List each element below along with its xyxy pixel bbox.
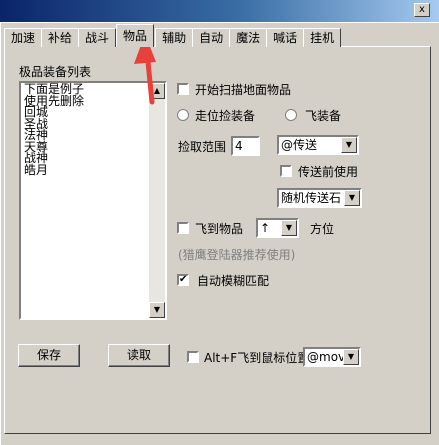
launcher-hint: (猎鹰登陆器推荐使用): [178, 248, 296, 262]
teleport-item-value: 随机传送石: [281, 191, 342, 205]
scroll-up-icon: ▲: [153, 86, 161, 95]
teleport-before-checkbox[interactable]: [280, 165, 292, 177]
chevron-down-icon[interactable]: ▼: [341, 137, 357, 153]
equipment-list-items: 下面是例子 使用先删除 回城 圣战 法神 天尊 战神 皓月: [24, 83, 84, 177]
move-select[interactable]: @move ▼: [303, 347, 361, 367]
close-icon: x: [419, 4, 425, 15]
scan-ground-checkbox[interactable]: [177, 83, 189, 95]
fly-to-item-label: 飞到物品: [195, 222, 244, 236]
tab-speed[interactable]: 加速: [4, 28, 43, 47]
tab-items[interactable]: 物品: [116, 24, 155, 47]
list-item[interactable]: 皓月: [24, 164, 84, 177]
tab-idle[interactable]: 挂机: [303, 28, 342, 47]
fly-to-item-checkbox[interactable]: [177, 222, 189, 234]
check-icon: ✔: [179, 274, 188, 285]
teleport-select[interactable]: @传送 ▼: [277, 135, 359, 155]
chevron-down-icon[interactable]: ▼: [281, 220, 297, 236]
teleport-before-label: 传送前使用: [298, 165, 359, 179]
fuzzy-match-label: 自动模糊匹配: [197, 274, 270, 288]
tab-supply[interactable]: 补给: [41, 28, 80, 47]
equipment-listbox[interactable]: 下面是例子 使用先删除 回城 圣战 法神 天尊 战神 皓月 ▲ ▼: [19, 81, 167, 320]
altf-label: Alt+F飞到鼠标位置: [204, 351, 310, 365]
chevron-down-icon[interactable]: ▼: [343, 349, 359, 365]
teleport-select-value: @传送: [281, 138, 318, 152]
read-button[interactable]: 读取: [108, 344, 170, 367]
teleport-item-select[interactable]: 随机传送石 ▼: [277, 188, 362, 208]
scroll-down-icon: ▼: [153, 305, 161, 314]
scroll-up-button[interactable]: ▲: [149, 83, 165, 99]
equipment-list-title: 极品装备列表: [19, 65, 92, 79]
pick-range-input[interactable]: 4: [231, 136, 260, 156]
scan-ground-label: 开始扫描地面物品: [195, 83, 292, 97]
direction-select[interactable]: ↑ ▼: [256, 218, 299, 238]
walk-pick-label: 走位捡装备: [195, 109, 256, 123]
close-button[interactable]: x: [414, 3, 430, 17]
walk-pick-radio[interactable]: [177, 109, 189, 121]
direction-value: ↑: [260, 221, 271, 235]
title-bar: x: [0, 0, 439, 22]
tab-assist[interactable]: 辅助: [155, 28, 194, 47]
fuzzy-match-checkbox[interactable]: ✔: [177, 274, 189, 286]
tab-strip: 加速 补给 战斗 物品 辅助 自动 魔法 喊话 挂机: [4, 24, 342, 47]
scroll-down-button[interactable]: ▼: [149, 302, 165, 318]
save-button[interactable]: 保存: [18, 344, 80, 367]
tab-magic[interactable]: 魔法: [229, 28, 268, 47]
fly-pick-label: 飞装备: [305, 109, 342, 123]
altf-checkbox[interactable]: [187, 351, 199, 363]
fly-pick-radio[interactable]: [285, 109, 297, 121]
pick-range-label: 捡取范围: [178, 140, 227, 154]
direction-label: 方位: [310, 222, 335, 236]
tab-auto[interactable]: 自动: [192, 28, 231, 47]
tab-shout[interactable]: 喊话: [266, 28, 305, 47]
chevron-down-icon[interactable]: ▼: [344, 190, 360, 206]
tab-combat[interactable]: 战斗: [78, 28, 117, 47]
list-scrollbar[interactable]: ▲ ▼: [149, 83, 165, 318]
